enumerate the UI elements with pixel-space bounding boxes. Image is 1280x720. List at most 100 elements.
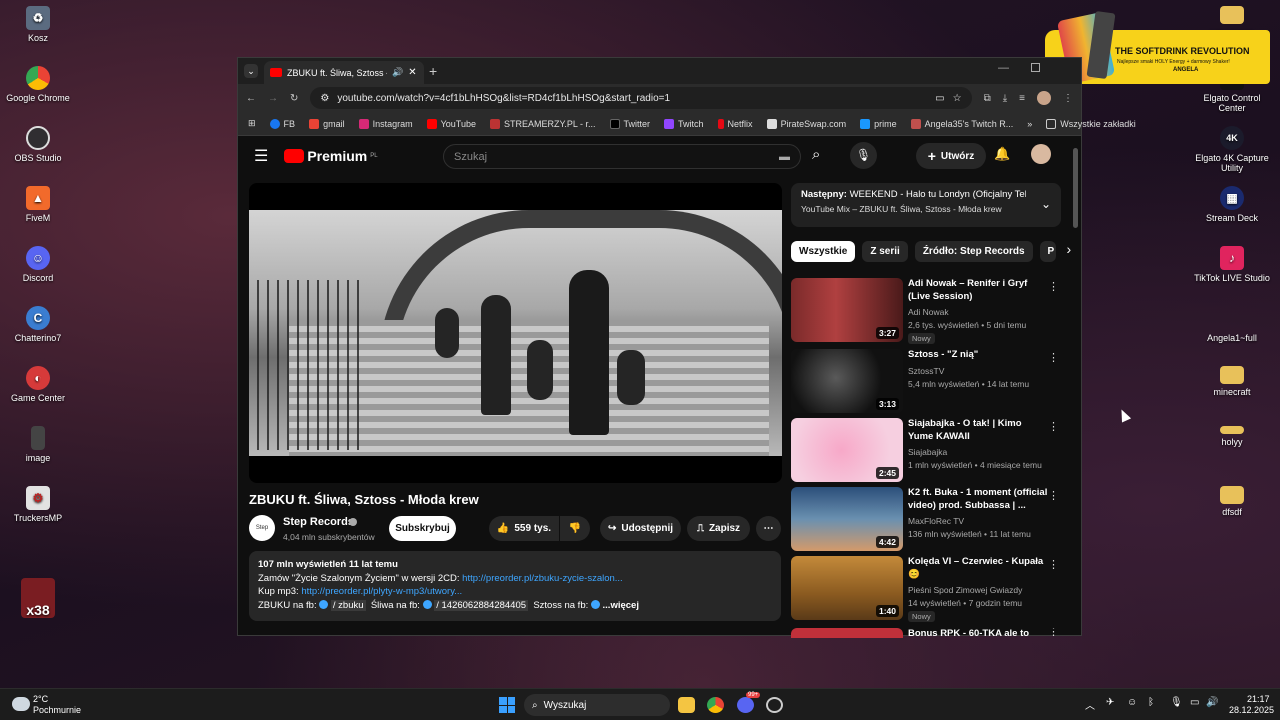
bookmark-twitter[interactable]: Twitter (609, 118, 650, 129)
desktop-icon-stream-deck[interactable]: ▦ Stream Deck (1194, 186, 1270, 223)
notifications-bell-icon[interactable]: 🔔 (994, 146, 1010, 162)
desktop-icon-minecraft[interactable]: minecraft (1194, 366, 1270, 397)
chip-all[interactable]: Wszystkie (791, 241, 856, 262)
tray-bluetooth-icon[interactable]: ᛒ (1148, 697, 1154, 708)
more-options-icon[interactable]: ⋮ (1048, 628, 1059, 638)
show-more-link[interactable]: ...więcej (603, 600, 639, 611)
speaker-icon[interactable]: 🔊 (392, 67, 403, 78)
tray-mic-icon[interactable]: 🎙 (1170, 697, 1183, 708)
search-input[interactable]: Szukaj ▬ (443, 144, 801, 169)
chrome-taskbar-icon[interactable] (707, 697, 724, 713)
expand-chevron-icon[interactable]: ⌄ (1041, 197, 1051, 211)
desktop-icon-image[interactable]: image (0, 426, 76, 463)
bookmark-angela-twitch[interactable]: Angela35's Twitch R... (910, 118, 1013, 129)
bookmark-youtube[interactable]: YouTube (426, 118, 476, 129)
dislike-button[interactable]: 👎 (560, 516, 590, 541)
desktop-icon-discord[interactable]: ☺ Discord (0, 246, 76, 283)
media-control-icon[interactable]: ≡ (1019, 93, 1025, 104)
channel-avatar[interactable]: Step (249, 515, 275, 541)
forward-icon[interactable]: → (268, 93, 278, 104)
video-description[interactable]: 107 mln wyświetleń 11 lat temu Zamów "Ży… (249, 551, 781, 621)
site-info-icon[interactable]: ⚙ (320, 93, 329, 104)
bookmark-instagram[interactable]: Instagram (358, 118, 413, 129)
keyboard-icon[interactable]: ▬ (779, 151, 790, 163)
weather-desc[interactable]: Pochmurnie (33, 705, 81, 715)
tray-volume-icon[interactable]: 🔊 (1206, 697, 1218, 708)
mix-queue-header[interactable]: Następny: WEEKEND - Halo tu Londyn (Ofic… (791, 183, 1061, 227)
account-avatar[interactable] (1031, 144, 1051, 164)
mp3-link[interactable]: http://preorder.pl/plyty-w-mp3/utwory... (301, 586, 462, 597)
fb-link-zbuku[interactable]: / zbuku (319, 599, 366, 611)
recommendation-item[interactable]: 1:40 Kolęda VI – Czerwiec - Kupała 😊 Pie… (791, 556, 1061, 622)
desktop-icon-kosz[interactable]: ♻ Kosz (0, 6, 76, 43)
chips-next-icon[interactable]: › (1067, 241, 1072, 263)
youtube-logo[interactable]: Premium PL (284, 148, 378, 164)
recommendation-item[interactable]: 4:42 K2 ft. Buka - 1 moment (official vi… (791, 487, 1061, 553)
file-explorer-icon[interactable] (678, 697, 695, 713)
recommendation-item[interactable]: Bonus RPK - 60-TKA ale to ⋮ (791, 628, 1061, 638)
back-icon[interactable]: ← (246, 93, 256, 104)
desktop-icon-holyy[interactable]: holyy (1194, 426, 1270, 447)
more-bookmarks-icon[interactable]: » (1027, 119, 1032, 129)
chip-source[interactable]: Źródło: Step Records (914, 241, 1033, 262)
preorder-link[interactable]: http://preorder.pl/zbuku-zycie-szalon... (462, 573, 623, 584)
create-button[interactable]: + Utwórz (916, 143, 986, 169)
menu-icon[interactable]: ⋮ (1063, 93, 1073, 104)
download-icon[interactable]: ⤓ (1003, 93, 1007, 104)
mic-icon[interactable]: 🎙 (850, 142, 877, 169)
taskbar-search[interactable]: ⌕ Wyszukaj (524, 694, 670, 716)
weather-temp[interactable]: 2°C (33, 694, 48, 704)
desktop-icon-chrome[interactable]: Google Chrome (0, 66, 76, 103)
tray-discord-icon[interactable]: ☺ (1127, 697, 1137, 708)
recommendation-item[interactable]: 3:13 Sztoss - "Z nią" SztossTV 5,4 mln w… (791, 349, 1061, 415)
tab-search-icon[interactable]: ⌄ (244, 64, 258, 78)
start-windows-icon[interactable] (499, 697, 515, 713)
save-button[interactable]: ⎍ Zapisz (687, 516, 750, 541)
video-player[interactable] (249, 183, 782, 483)
search-icon[interactable]: ⌕ (812, 146, 820, 163)
cast-icon[interactable]: ▭ (935, 93, 944, 104)
weather-icon[interactable] (12, 697, 30, 711)
desktop-icon-gamecenter[interactable]: ◐ Game Center (0, 366, 76, 403)
bookmark-fb[interactable]: FB (269, 118, 295, 129)
chip-more[interactable]: P (1039, 241, 1056, 262)
tray-app-icon[interactable]: ✈ (1106, 697, 1114, 708)
more-actions-button[interactable]: ⋯ (756, 516, 781, 541)
new-tab-icon[interactable]: + (429, 63, 437, 79)
profile-avatar[interactable] (1037, 91, 1051, 105)
bookmark-star-icon[interactable]: ☆ (953, 93, 962, 104)
desktop-icon-chatterino[interactable]: C Chatterino7 (0, 306, 76, 343)
channel-name[interactable]: Step Records (283, 516, 354, 528)
desktop-icon-obs[interactable]: OBS Studio (0, 126, 76, 163)
bookmark-prime[interactable]: prime (860, 118, 897, 129)
maximize-icon[interactable] (1031, 63, 1040, 72)
bookmark-gmail[interactable]: gmail (309, 118, 345, 129)
tray-network-icon[interactable]: ▭ (1190, 697, 1199, 708)
desktop-icon-fivem[interactable]: ▲ FiveM (0, 186, 76, 223)
recommendation-item[interactable]: 2:45 Siajabajka - O tak! | Kimo Yume KAW… (791, 418, 1061, 484)
desktop-icon-elgato-4k[interactable]: 4K Elgato 4K Capture Utility (1194, 126, 1270, 173)
all-bookmarks[interactable]: Wszystkie zakładki (1046, 118, 1136, 129)
bookmark-netflix[interactable]: Netflix (717, 118, 753, 129)
like-button[interactable]: 👍 559 tys. (489, 516, 559, 541)
more-options-icon[interactable]: ⋮ (1048, 489, 1059, 502)
desktop-icon-truckersmp[interactable]: ⚙ TruckersMP (0, 486, 76, 523)
desktop-icon-dfsdf[interactable]: dfsdf (1194, 486, 1270, 517)
share-button[interactable]: ↪ Udostępnij (600, 516, 681, 541)
bookmark-streamerzy[interactable]: STREAMERZY.PL - r... (489, 118, 596, 129)
address-bar[interactable]: ⚙ youtube.com/watch?v=4cf1bLhHSOg&list=R… (310, 87, 972, 109)
reload-icon[interactable]: ↻ (290, 93, 298, 104)
apps-grid-icon[interactable]: ⊞ (248, 118, 256, 129)
tray-chevron-icon[interactable]: ︿ (1085, 697, 1095, 712)
subscribe-button[interactable]: Subskrybuj (389, 516, 456, 541)
minimize-icon[interactable]: — (998, 62, 1009, 74)
desktop-icon-x38[interactable]: x38 (0, 578, 76, 621)
more-options-icon[interactable]: ⋮ (1048, 558, 1059, 571)
bookmark-pirateswap[interactable]: PirateSwap.com (766, 118, 846, 129)
tab-close-icon[interactable]: ✕ (408, 67, 416, 78)
clock-time[interactable]: 21:17 (1247, 694, 1270, 704)
more-options-icon[interactable]: ⋮ (1048, 280, 1059, 293)
more-options-icon[interactable]: ⋮ (1048, 351, 1059, 364)
hamburger-menu-icon[interactable]: ☰ (254, 146, 268, 166)
recommendation-item[interactable]: 3:27 Adi Nowak – Renifer i Gryf (Live Se… (791, 278, 1061, 344)
